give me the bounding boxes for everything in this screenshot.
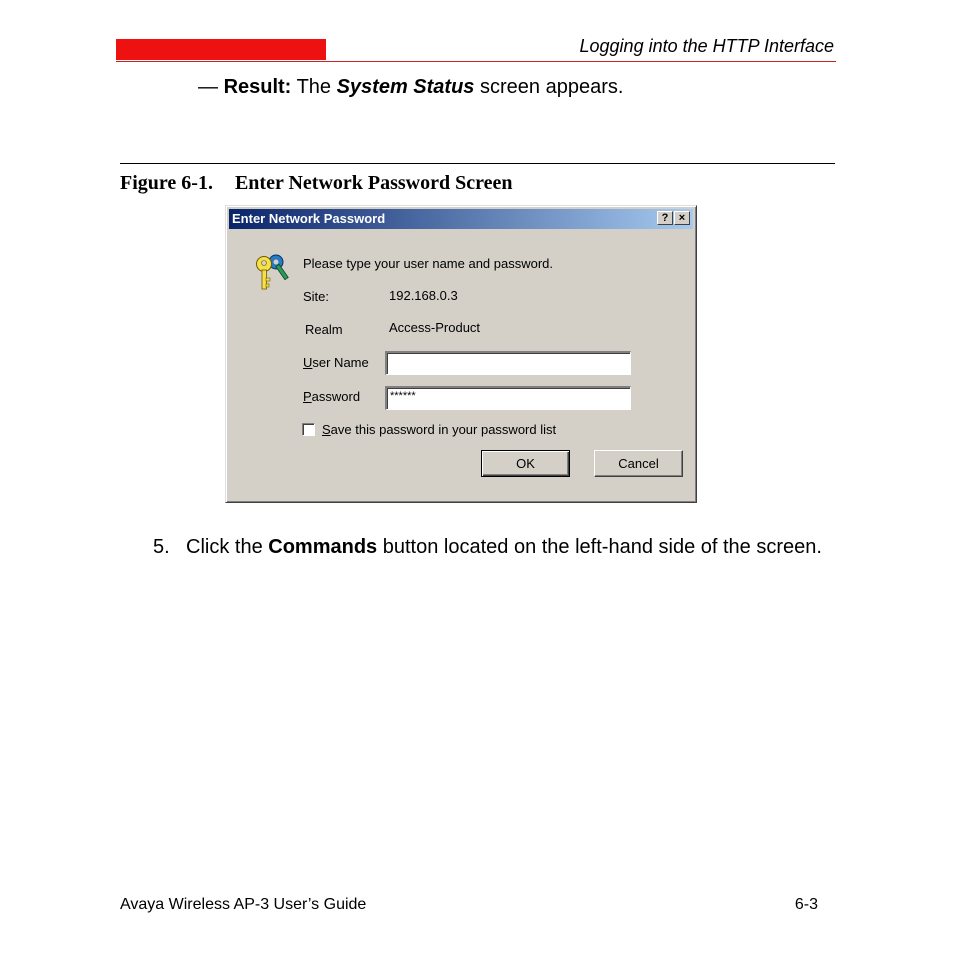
password-input[interactable]: ****** <box>385 386 631 410</box>
username-label: User Name <box>303 355 369 370</box>
result-dash: — <box>198 76 218 98</box>
header-accent-bar <box>116 39 326 60</box>
figure-rule <box>120 163 835 164</box>
figure-title: Enter Network Password Screen <box>234 172 513 194</box>
step-commands-bold: Commands <box>268 536 378 558</box>
password-label-rest: assword <box>311 389 361 404</box>
username-label-rest: ser Name <box>312 355 369 370</box>
footer-page-number: 6-3 <box>794 896 818 913</box>
enter-network-password-dialog: Enter Network Password ? × Please type y… <box>225 205 697 503</box>
footer-guide-title: Avaya Wireless AP-3 User’s Guide <box>120 896 367 913</box>
dialog-titlebar: Enter Network Password ? × <box>229 209 693 229</box>
keys-icon <box>256 254 289 290</box>
step-5: 5. Click the Commands button located on … <box>153 534 833 560</box>
figure-caption: Figure 6-1. Enter Network Password Screen <box>120 172 513 195</box>
password-label-mnemonic: P <box>303 389 312 404</box>
cancel-button[interactable]: Cancel <box>594 450 683 477</box>
save-password-label[interactable]: Save this password in your password list <box>322 422 556 437</box>
step-body: Click the Commands button located on the… <box>186 534 833 560</box>
header-rule <box>116 61 836 62</box>
step-number: 5. <box>153 536 170 558</box>
save-password-checkbox[interactable] <box>302 423 315 436</box>
realm-value: Access-Product <box>389 320 481 335</box>
save-password-mnemonic: S <box>322 422 331 437</box>
result-text-after: screen appears. <box>480 76 624 98</box>
section-title: Logging into the HTTP Interface <box>579 36 834 56</box>
dialog-prompt: Please type your user name and password. <box>303 256 554 271</box>
result-label: Result: <box>223 76 292 98</box>
password-label: Password <box>303 389 360 404</box>
ok-button[interactable]: OK <box>481 450 570 477</box>
site-value: 192.168.0.3 <box>389 288 458 303</box>
dialog-title: Enter Network Password <box>232 211 386 226</box>
step-text-after: button located on the left-hand side of … <box>382 536 822 558</box>
close-button[interactable]: × <box>674 211 690 225</box>
help-button[interactable]: ? <box>657 211 673 225</box>
result-text-before: The <box>296 76 332 98</box>
result-line: — Result: The System Status screen appea… <box>198 76 623 99</box>
realm-label: Realm <box>305 322 343 337</box>
save-password-rest: ave this password in your password list <box>330 422 557 437</box>
site-label: Site: <box>303 289 330 304</box>
username-label-mnemonic: U <box>303 355 313 370</box>
figure-number: Figure 6-1. <box>120 172 213 194</box>
step-text-before: Click the <box>186 536 263 558</box>
result-screen-name: System Status <box>336 76 475 98</box>
username-input[interactable] <box>385 351 631 375</box>
